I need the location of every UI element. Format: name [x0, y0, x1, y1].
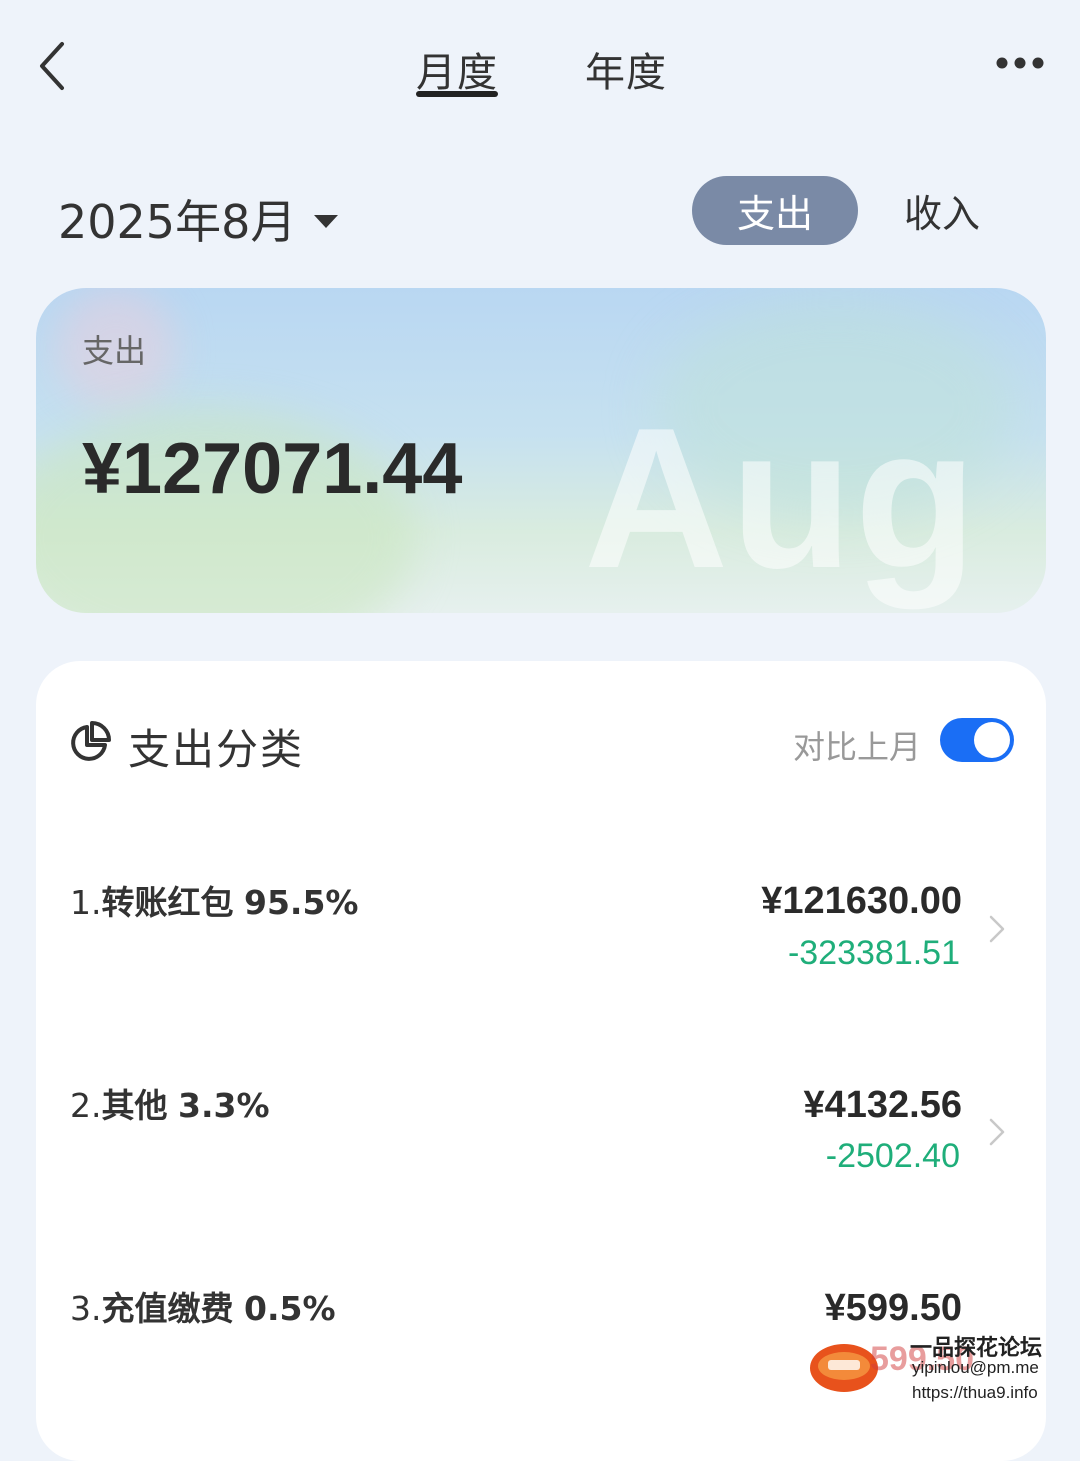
active-tab-indicator [416, 91, 498, 97]
pie-chart-icon [71, 721, 111, 761]
segment-income-button[interactable]: 收入 [872, 176, 1012, 245]
category-row-diff: -323381.51 [787, 934, 960, 972]
chevron-right-icon[interactable] [988, 914, 1006, 944]
category-row-diff: -2502.40 [825, 1137, 960, 1175]
compare-toggle[interactable] [940, 718, 1014, 762]
expense-summary-card: Aug 支出 ¥127071.44 [36, 288, 1046, 613]
tab-yearly[interactable]: 年度 [585, 40, 667, 98]
more-options-icon[interactable] [996, 56, 1044, 70]
tab-monthly[interactable]: 月度 [416, 40, 498, 98]
category-row-name[interactable]: 3.充值缴费 0.5% [70, 1282, 336, 1330]
category-row-amount: ¥4132.56 [803, 1084, 963, 1126]
caret-down-icon [314, 214, 339, 228]
back-arrow-icon[interactable] [34, 38, 74, 94]
compare-last-month-label: 对比上月 [793, 728, 922, 766]
month-watermark: Aug [584, 387, 979, 610]
watermark-email: yipinlou@pm.me [912, 1358, 1039, 1377]
summary-amount: ¥127071.44 [82, 429, 463, 509]
category-title: 支出分类 [128, 725, 305, 774]
segment-expense-button[interactable]: 支出 [692, 176, 858, 245]
category-row-amount: ¥599.50 [824, 1287, 962, 1329]
category-row-name[interactable]: 2.其他 3.3% [70, 1079, 270, 1127]
chevron-right-icon[interactable] [988, 1117, 1006, 1147]
category-row-name[interactable]: 1.转账红包 95.5% [70, 876, 359, 924]
period-selector[interactable]: 2025年8月 [58, 186, 339, 252]
watermark-url: https://thua9.info [912, 1383, 1038, 1402]
category-row-amount: ¥121630.00 [761, 880, 962, 922]
summary-label: 支出 [82, 332, 147, 370]
period-label: 2025年8月 [58, 195, 297, 249]
